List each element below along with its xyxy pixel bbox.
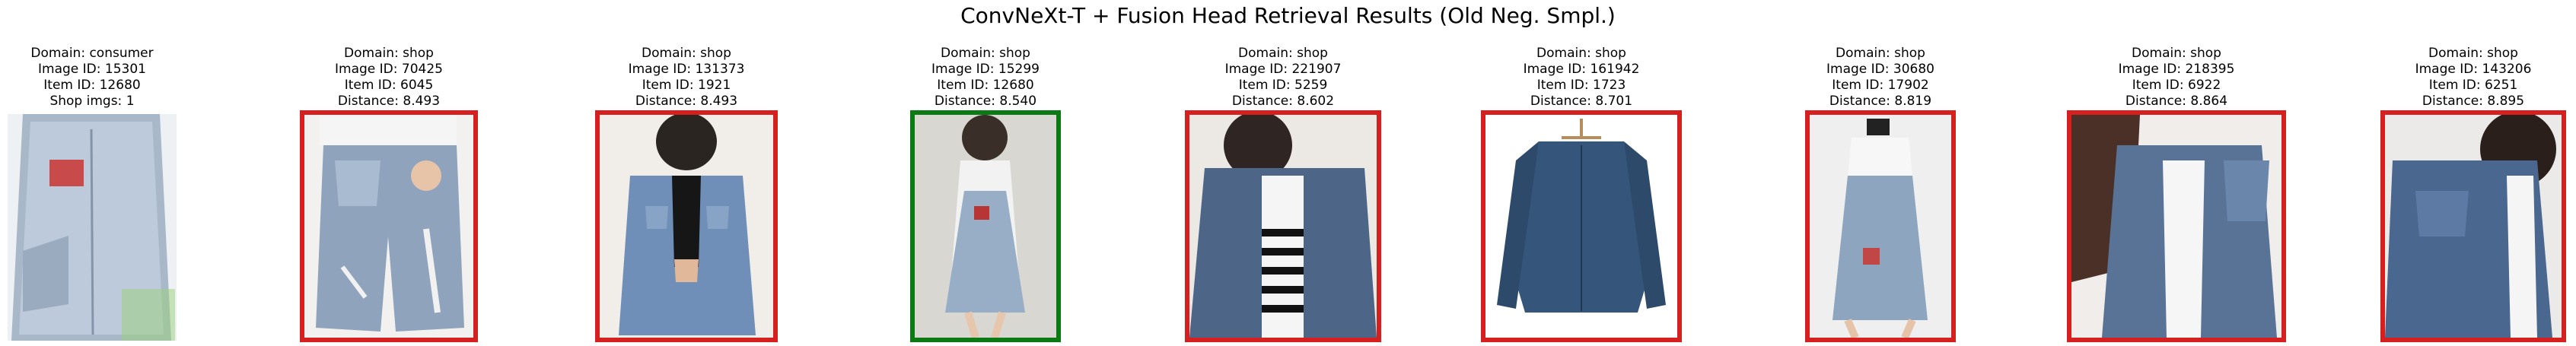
result-item-id: Item ID: 17902 [1832,78,1929,93]
result-item-id: Item ID: 6045 [344,78,434,93]
query-item-id: Item ID: 12680 [43,78,141,93]
query-image-id: Image ID: 15301 [38,62,146,77]
result-image [1185,110,1381,342]
result-image [1481,110,1682,342]
result-domain: Domain: shop [1836,46,1925,61]
query-shop-imgs: Shop imgs: 1 [49,94,135,109]
result-image [910,110,1061,342]
result-distance: Distance: 8.493 [635,94,738,109]
result-photo [600,115,773,338]
query-image [8,114,177,341]
result-photo [2385,115,2562,338]
result-distance: Distance: 8.864 [2125,94,2228,109]
result-caption: Domain: shop Image ID: 161942 Item ID: 1… [1435,46,1727,110]
result-image-id: Image ID: 143206 [2415,62,2532,77]
result-image-id: Image ID: 221907 [1224,62,1342,77]
result-domain: Domain: shop [344,46,434,61]
result-caption: Domain: shop Image ID: 131373 Item ID: 1… [549,46,823,110]
result-image-id: Image ID: 30680 [1826,62,1934,77]
result-image-id: Image ID: 15299 [931,62,1040,77]
result-image [300,110,478,342]
result-photo [2071,115,2281,338]
result-domain: Domain: shop [2132,46,2221,61]
result-image-id: Image ID: 70425 [335,62,443,77]
result-distance: Distance: 8.602 [1231,94,1335,109]
query-domain: Domain: consumer [30,46,154,61]
query-photo [8,114,177,341]
result-photo [915,115,1056,338]
result-image [595,110,778,342]
result-caption: Domain: shop Image ID: 143206 Item ID: 6… [2335,46,2576,110]
result-domain: Domain: shop [941,46,1030,61]
figure-title: ConvNeXt-T + Fusion Head Retrieval Resul… [960,3,1616,28]
result-domain: Domain: shop [642,46,731,61]
result-caption: Domain: shop Image ID: 70425 Item ID: 60… [254,46,524,110]
result-item-id: Item ID: 1723 [1536,78,1626,93]
result-item-id: Item ID: 6922 [2132,78,2221,93]
result-item-id: Item ID: 5259 [1238,78,1328,93]
result-image-id: Image ID: 161942 [1523,62,1640,77]
result-image-id: Image ID: 218395 [2118,62,2235,77]
result-photo [1485,115,1677,338]
result-domain: Domain: shop [2428,46,2518,61]
result-image [2380,110,2566,342]
result-domain: Domain: shop [1238,46,1328,61]
result-item-id: Item ID: 6251 [2428,78,2518,93]
result-photo [1810,115,1951,338]
result-distance: Distance: 8.819 [1829,94,1932,109]
result-caption: Domain: shop Image ID: 221907 Item ID: 5… [1139,46,1427,110]
result-image [1805,110,1956,342]
result-caption: Domain: shop Image ID: 30680 Item ID: 17… [1759,46,2001,110]
result-photo [304,115,473,338]
result-photo [1189,115,1377,338]
result-distance: Distance: 8.701 [1530,94,1633,109]
result-domain: Domain: shop [1536,46,1626,61]
result-item-id: Item ID: 1921 [642,78,731,93]
result-caption: Domain: shop Image ID: 15299 Item ID: 12… [865,46,1107,110]
result-caption: Domain: shop Image ID: 218395 Item ID: 6… [2021,46,2332,110]
result-item-id: Item ID: 12680 [937,78,1034,93]
result-distance: Distance: 8.895 [2422,94,2525,109]
result-image [2067,110,2286,342]
result-distance: Distance: 8.540 [934,94,1037,109]
result-distance: Distance: 8.493 [337,94,441,109]
result-image-id: Image ID: 131373 [628,62,745,77]
query-caption: Domain: consumer Image ID: 15301 Item ID… [0,46,222,110]
